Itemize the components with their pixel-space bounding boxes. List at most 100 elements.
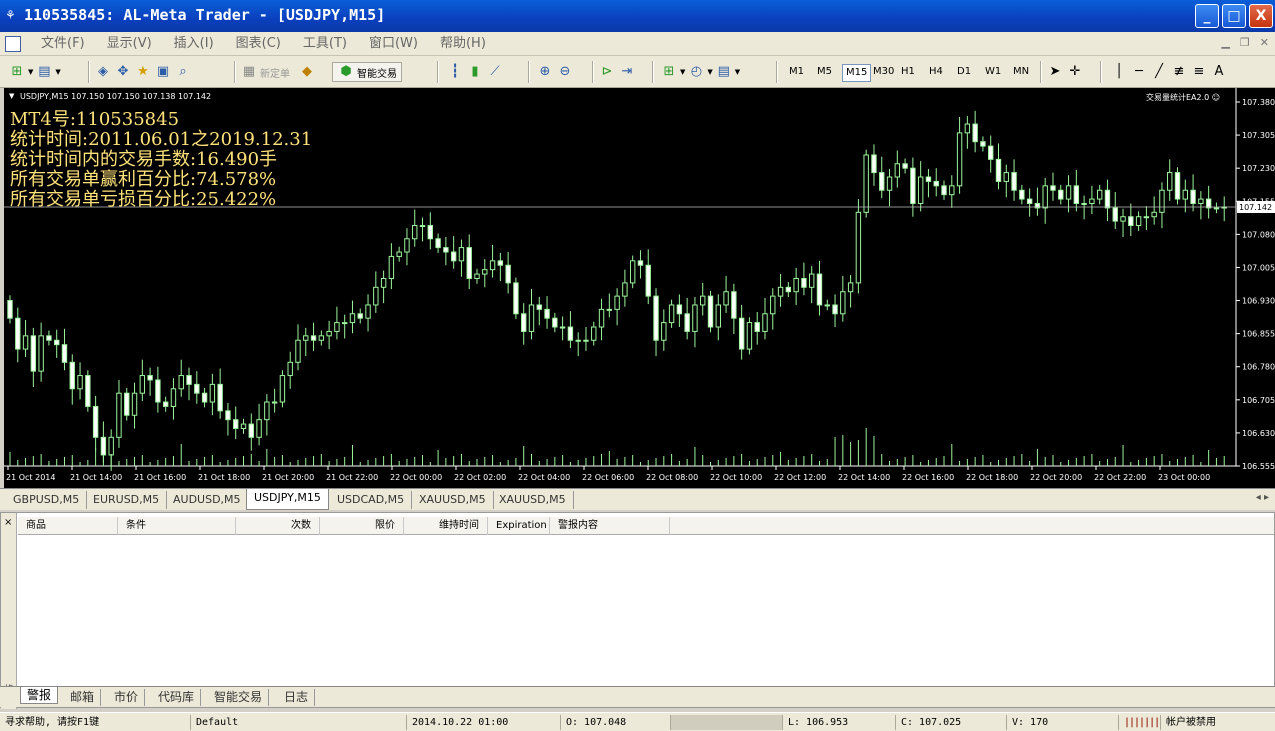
timeframe-m15[interactable]: M15 [842, 64, 872, 82]
bull-candle [777, 286, 784, 297]
trendline-icon[interactable]: ╱ [1150, 63, 1168, 81]
chart-tab[interactable]: USDCAD,M5 [330, 491, 413, 509]
terminal-tab[interactable]: 邮箱 [64, 689, 102, 706]
maximize-button[interactable]: □ [1222, 4, 1246, 28]
timeframe-h1[interactable]: H1 [898, 64, 918, 82]
terminal-close-icon[interactable]: × [4, 517, 12, 528]
chart-tab[interactable]: GBPUSD,M5 [6, 491, 88, 509]
price-label: 106.780 [1242, 363, 1275, 372]
bull-candle [1003, 172, 1009, 182]
bear-candle [217, 383, 223, 412]
candlestick-icon[interactable]: ▮ [466, 63, 484, 81]
chart-tab[interactable]: AUDUSD,M5 [166, 491, 249, 509]
dropdown-icon[interactable]: ▼ [735, 68, 740, 76]
terminal-tabs: 警报 邮箱 市价 代码库 智能交易 日志 [0, 686, 1275, 707]
cursor-icon[interactable]: ➤ [1046, 63, 1064, 81]
terminal-tab[interactable]: 市价 [108, 689, 146, 706]
bull-candle [489, 260, 496, 271]
terminal-tab[interactable]: 日志 [278, 689, 316, 706]
terminal-tab[interactable]: 代码库 [152, 689, 202, 706]
document-icon[interactable] [5, 36, 21, 52]
chart-shift-icon[interactable]: ⇥ [618, 63, 636, 81]
menu-item[interactable]: 显示(V) [96, 32, 163, 56]
column-header[interactable]: 条件 [118, 517, 236, 535]
chart-tab[interactable]: USDJPY,M15 [246, 489, 329, 510]
new-order-button[interactable]: 新定单 [260, 65, 290, 80]
bull-candle [583, 339, 589, 342]
new-chart-icon[interactable]: ⊞ [8, 63, 26, 81]
auto-scroll-icon[interactable]: ⊳ [598, 63, 616, 81]
periods-icon[interactable]: ◴ [687, 63, 705, 81]
bar-chart-icon[interactable]: ┇ [446, 63, 464, 81]
bull-candle [591, 326, 597, 341]
templates-icon[interactable]: ▤ [715, 63, 733, 81]
bear-candle [310, 335, 317, 341]
column-header[interactable]: 次数 [236, 517, 320, 535]
chart-tab[interactable]: EURUSD,M5 [86, 491, 168, 509]
fibonacci-icon[interactable]: ≢ [1170, 63, 1188, 81]
toolbar: ⊞ ▼ ▤ ▼ ◈ ✥ ★ ▣ ⌕ ▦ 新定单 ◆ ⬢ 智能交易 ┇ ▮ ⟋ ⊕… [0, 56, 1275, 88]
column-header[interactable]: 商品 [18, 517, 118, 535]
metaeditor-icon[interactable]: ◆ [298, 63, 316, 81]
zoom-out-icon[interactable]: ⊖ [556, 63, 574, 81]
menu-item[interactable]: 插入(I) [163, 32, 225, 56]
timeframe-mn[interactable]: MN [1010, 64, 1032, 82]
profiles-icon[interactable]: ▤ [35, 63, 53, 81]
chart-tab[interactable]: XAUUSD,M5 [492, 491, 574, 509]
new-order-icon[interactable]: ▦ [240, 63, 258, 81]
zoom-in-icon[interactable]: ⊕ [536, 63, 554, 81]
column-header[interactable]: 警报内容 [550, 517, 670, 535]
timeframe-m5[interactable]: M5 [814, 64, 835, 82]
bull-candle [692, 304, 698, 332]
dropdown-icon[interactable]: ▼ [28, 68, 33, 76]
minimize-button[interactable]: _ [1195, 4, 1219, 28]
chart-tab[interactable]: XAUUSD,M5 [412, 491, 494, 509]
timeframe-h4[interactable]: H4 [926, 64, 946, 82]
menu-item[interactable]: 文件(F) [30, 32, 96, 56]
channel-icon[interactable]: ≡ [1190, 63, 1208, 81]
tab-scroll-icon[interactable]: ◂ ▸ [1256, 492, 1269, 503]
stat-line: 所有交易单赢利百分比:74.578% [10, 169, 277, 190]
navigator-icon[interactable]: ★ [134, 63, 152, 81]
mdi-minimize-icon[interactable]: ▁ [1221, 36, 1229, 49]
time-label: 22 Oct 04:00 [518, 473, 570, 482]
menu-item[interactable]: 工具(T) [292, 32, 358, 56]
mdi-close-icon[interactable]: ✕ [1260, 36, 1269, 49]
terminal-icon[interactable]: ▣ [154, 63, 172, 81]
timeframe-m30[interactable]: M30 [870, 64, 897, 82]
timeframe-w1[interactable]: W1 [982, 64, 1004, 82]
bull-candle [1135, 216, 1142, 227]
close-button[interactable]: X [1249, 4, 1273, 28]
bear-candle [871, 154, 877, 174]
bear-candle [801, 277, 807, 288]
dropdown-icon[interactable]: ▼ [680, 68, 685, 76]
expert-advisor-button[interactable]: 智能交易 [357, 65, 397, 80]
menu-item[interactable]: 图表(C) [225, 32, 292, 56]
horizontal-line-icon[interactable]: ─ [1130, 63, 1148, 81]
line-chart-icon[interactable]: ⟋ [486, 63, 504, 81]
vertical-line-icon[interactable]: │ [1110, 63, 1128, 81]
menu-item[interactable]: 窗口(W) [358, 32, 429, 56]
text-tool-icon[interactable]: A [1210, 63, 1228, 81]
terminal-tab[interactable]: 智能交易 [208, 689, 270, 706]
tester-icon[interactable]: ⌕ [174, 63, 192, 81]
column-header[interactable]: 限价 [320, 517, 404, 535]
column-header[interactable]: Expiration [488, 517, 550, 535]
timeframe-m1[interactable]: M1 [786, 64, 807, 82]
dropdown-icon[interactable]: ▼ [55, 68, 60, 76]
bear-candle [738, 317, 745, 350]
mdi-restore-icon[interactable]: ❐ [1240, 36, 1250, 49]
market-watch-icon[interactable]: ◈ [94, 63, 112, 81]
timeframe-d1[interactable]: D1 [954, 64, 974, 82]
crosshair-icon[interactable]: ✛ [1066, 63, 1084, 81]
indicators-icon[interactable]: ⊞ [660, 63, 678, 81]
status-close: C: 107.025 [895, 715, 961, 730]
menu-item[interactable]: 帮助(H) [429, 32, 497, 56]
dropdown-icon[interactable]: ▼ [707, 68, 712, 76]
terminal-tab[interactable]: 警报 [20, 687, 59, 704]
bear-candle [941, 185, 947, 196]
column-header[interactable]: 维持时间 [404, 517, 488, 535]
price-chart[interactable]: 107.380107.305107.230107.155107.080107.0… [4, 88, 1275, 488]
status-profile: Default [190, 715, 238, 730]
data-window-icon[interactable]: ✥ [114, 63, 132, 81]
